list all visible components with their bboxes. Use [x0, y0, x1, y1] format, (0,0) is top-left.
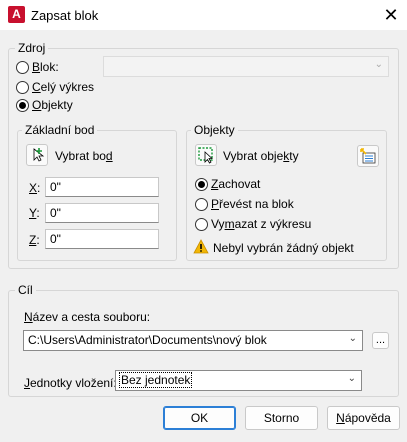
- destination-legend: Cíl: [15, 283, 36, 297]
- cancel-button[interactable]: Storno: [245, 406, 318, 430]
- chevron-down-icon: ⌄: [348, 333, 357, 344]
- delete-from-drawing-radio[interactable]: [195, 218, 208, 231]
- chevron-down-icon: ⌄: [347, 373, 356, 384]
- help-button[interactable]: Nápověda: [327, 406, 400, 430]
- y-label: Y:: [29, 206, 40, 220]
- delete-from-drawing-label: Vymazat z výkresu: [211, 217, 312, 231]
- retain-label: Zachovat: [211, 177, 261, 191]
- select-objects-label: Vybrat objekty: [223, 149, 299, 163]
- autocad-app-icon: A: [8, 6, 25, 23]
- z-field[interactable]: 0": [45, 229, 159, 249]
- x-label: X:: [29, 181, 41, 195]
- pick-point-button[interactable]: [26, 144, 48, 166]
- path-label: Název a cesta souboru:: [24, 310, 151, 324]
- block-label: Blok:: [32, 60, 59, 74]
- source-legend: Zdroj: [15, 41, 49, 55]
- ok-button[interactable]: OK: [163, 406, 236, 430]
- objects-label: Objekty: [32, 98, 73, 112]
- block-select: ⌄: [103, 56, 389, 77]
- path-combo[interactable]: C:\Users\Administrator\Documents\nový bl…: [23, 330, 363, 351]
- z-label: Z:: [29, 233, 40, 247]
- units-value: Bez jednotek: [118, 372, 193, 388]
- pick-point-label: Vybrat bod: [55, 149, 113, 163]
- base-point-legend: Základní bod: [22, 123, 98, 137]
- close-icon[interactable]: ✕: [379, 3, 403, 27]
- units-select[interactable]: Bez jednotek ⌄: [115, 370, 362, 391]
- objects-radio[interactable]: [16, 99, 29, 112]
- whole-drawing-radio[interactable]: [16, 81, 29, 94]
- warning-icon: [193, 239, 209, 254]
- pick-point-icon: [33, 148, 45, 162]
- retain-radio[interactable]: [195, 178, 208, 191]
- units-label: Jednotky vložení:: [24, 376, 117, 390]
- y-field[interactable]: 0": [45, 203, 159, 223]
- path-value: C:\Users\Administrator\Documents\nový bl…: [28, 333, 267, 347]
- select-objects-icon: [198, 147, 214, 164]
- warning-text: Nebyl vybrán žádný objekt: [213, 241, 354, 255]
- quick-select-icon: [360, 148, 376, 164]
- convert-to-block-label: Převést na blok: [211, 197, 294, 211]
- select-objects-button[interactable]: [195, 144, 217, 166]
- block-radio[interactable]: [16, 61, 29, 74]
- whole-drawing-label: Celý výkres: [32, 80, 95, 94]
- objects-legend: Objekty: [191, 123, 238, 137]
- convert-to-block-radio[interactable]: [195, 198, 208, 211]
- x-field[interactable]: 0": [45, 177, 159, 197]
- window-title: Zapsat blok: [31, 8, 99, 23]
- quick-select-button[interactable]: [357, 145, 379, 167]
- browse-button[interactable]: ...: [372, 332, 389, 349]
